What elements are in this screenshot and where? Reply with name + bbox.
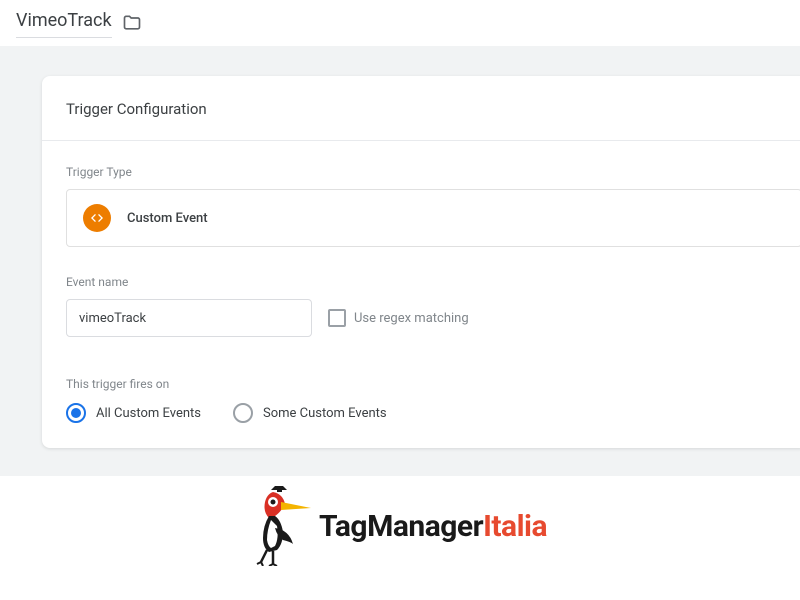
event-name-row: Use regex matching <box>66 299 800 337</box>
page-header: VimeoTrack <box>0 0 800 46</box>
content-area: Trigger Configuration Trigger Type Custo… <box>0 46 800 476</box>
trigger-config-panel: Trigger Configuration Trigger Type Custo… <box>42 76 800 448</box>
brand-text: TagManagerItalia <box>319 509 547 544</box>
folder-icon[interactable] <box>122 13 142 33</box>
fires-on-radio-group: All Custom Events Some Custom Events <box>66 403 800 423</box>
brand-text-2: Italia <box>483 509 547 544</box>
brand-logo: TagManagerItalia <box>0 476 800 566</box>
woodpecker-icon <box>253 486 315 566</box>
trigger-type-name: Custom Event <box>127 211 208 226</box>
radio-some[interactable] <box>233 403 253 423</box>
regex-checkbox-group[interactable]: Use regex matching <box>328 309 469 327</box>
radio-option-all[interactable]: All Custom Events <box>66 403 201 423</box>
regex-checkbox[interactable] <box>328 309 346 327</box>
custom-event-icon <box>83 204 111 232</box>
trigger-type-label: Trigger Type <box>66 165 800 179</box>
trigger-type-selector[interactable]: Custom Event <box>66 189 800 247</box>
event-name-input[interactable] <box>66 299 312 337</box>
event-name-label: Event name <box>66 275 800 289</box>
divider <box>42 140 800 141</box>
fires-on-label: This trigger fires on <box>66 377 800 391</box>
regex-checkbox-label: Use regex matching <box>354 311 469 326</box>
page-title: VimeoTrack <box>16 10 112 38</box>
brand-text-1: TagManager <box>319 509 483 544</box>
radio-all[interactable] <box>66 403 86 423</box>
radio-option-some[interactable]: Some Custom Events <box>233 403 387 423</box>
panel-title: Trigger Configuration <box>66 100 800 118</box>
radio-some-label: Some Custom Events <box>263 406 387 421</box>
radio-all-label: All Custom Events <box>96 406 201 421</box>
